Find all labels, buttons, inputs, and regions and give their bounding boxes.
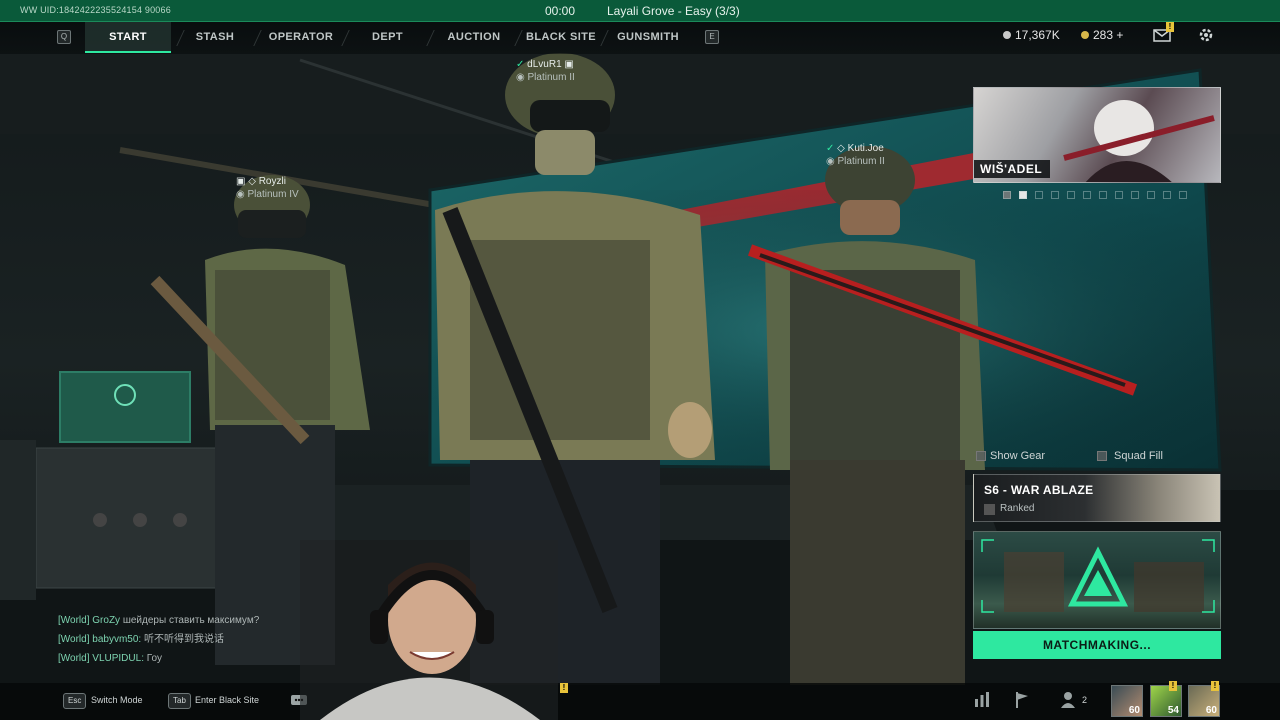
party-icon: ◇ <box>837 143 845 154</box>
rank-icon: ◉ <box>516 72 525 83</box>
chat-message: [World] babyvm50: 听不听得到我说话 <box>58 634 224 645</box>
squad-slot-1[interactable]: 60 <box>1111 685 1143 717</box>
nav-prev-key-hint[interactable]: Q <box>57 30 71 44</box>
player-name: Royzli <box>258 176 286 187</box>
world-chat[interactable]: [World] GroZy шейдеры ставить максимум? … <box>58 611 259 668</box>
settings-gear-icon[interactable] <box>1197 26 1215 44</box>
tab-auction[interactable]: AUCTION <box>434 22 514 53</box>
switch-mode-label[interactable]: Switch Mode <box>91 695 143 705</box>
carousel-dot[interactable] <box>1003 191 1011 199</box>
slot-level: 54 <box>1167 705 1179 716</box>
black-site-key[interactable]: Tab <box>168 693 191 709</box>
player-tag-left[interactable]: ▣ ◇ Royzli ◉ Platinum IV <box>236 175 299 201</box>
ranked-checkbox[interactable] <box>984 504 995 515</box>
carousel-dot[interactable] <box>1115 191 1123 199</box>
rank-icon: ◉ <box>826 156 835 167</box>
chat-message: [World] VLUPIDUL: Гоу <box>58 653 162 664</box>
leader-icon: ▣ <box>564 59 574 70</box>
player-rank: Platinum II <box>837 156 885 167</box>
carousel-dot[interactable] <box>1147 191 1155 199</box>
enter-black-site-label[interactable]: Enter Black Site <box>195 695 259 705</box>
player-tag-right[interactable]: ✓ ◇ Kuti.Joe ◉ Platinum II <box>826 142 885 168</box>
ready-check-icon: ✓ <box>516 59 525 70</box>
squad-fill-checkbox[interactable] <box>1097 451 1107 461</box>
gold-amount: 283 <box>1093 28 1114 42</box>
currency-silver: 17,367K <box>1003 28 1060 42</box>
flag-icon[interactable] <box>1012 690 1032 710</box>
tab-stash[interactable]: STASH <box>180 22 250 53</box>
tab-black-site[interactable]: BLACK SITE <box>522 22 600 53</box>
player-rank: Platinum IV <box>247 189 299 200</box>
carousel-dot[interactable] <box>1083 191 1091 199</box>
carousel-dot[interactable] <box>1099 191 1107 199</box>
carousel-dot[interactable] <box>1051 191 1059 199</box>
silver-amount: 17,367K <box>1015 28 1060 42</box>
uid-label: WW UID:1842422235524154 90066 <box>20 5 171 15</box>
carousel-dot[interactable] <box>1131 191 1139 199</box>
notification-badge: ! <box>560 683 568 693</box>
chat-message: [World] GroZy шейдеры ставить максимум? <box>58 615 260 626</box>
slot-notification-badge: ! <box>1169 681 1177 691</box>
matchmaking-button[interactable]: MATCHMAKING... <box>973 631 1221 659</box>
squad-slot-2[interactable]: 54 <box>1150 685 1182 717</box>
event-banner[interactable]: WIŠ'ADEL <box>973 87 1221 183</box>
carousel-dot-active[interactable] <box>1019 191 1027 199</box>
carousel-dot[interactable] <box>1035 191 1043 199</box>
event-title: WIŠ'ADEL <box>974 160 1051 178</box>
gold-add-button[interactable]: + <box>1116 28 1123 42</box>
silver-coin-icon <box>1003 31 1011 39</box>
slot-notification-badge: ! <box>1211 681 1219 691</box>
season-title: S6 - WAR ABLAZE <box>984 483 1094 497</box>
switch-mode-key[interactable]: Esc <box>63 693 87 709</box>
map-preview-art <box>981 539 1215 613</box>
season-mode-label: Ranked <box>1000 503 1035 514</box>
bottom-bar <box>0 683 1280 720</box>
carousel-dot[interactable] <box>1179 191 1187 199</box>
streamer-webcam <box>300 540 558 720</box>
match-timer: 00:00 <box>545 4 576 18</box>
gold-coin-icon <box>1081 31 1089 39</box>
player-tag-center[interactable]: ✓ dLvuR1 ▣ ◉ Platinum II <box>516 58 575 84</box>
tab-gunsmith[interactable]: GUNSMITH <box>608 22 688 53</box>
mail-notification-badge: ! <box>1166 22 1174 32</box>
carousel-dot[interactable] <box>1067 191 1075 199</box>
party-icon: ▣ ◇ <box>236 176 256 187</box>
carousel-dot[interactable] <box>1163 191 1171 199</box>
player-name: Kuti.Joe <box>847 143 884 154</box>
player-name: dLvuR1 <box>527 59 562 70</box>
stats-icon[interactable] <box>972 690 992 710</box>
top-status-bar: WW UID:1842422235524154 90066 00:00 Laya… <box>0 0 1280 22</box>
season-mode-card[interactable]: S6 - WAR ABLAZE Ranked <box>973 474 1221 522</box>
ready-check-icon: ✓ <box>826 143 835 154</box>
match-info: Layali Grove - Easy (3/3) <box>607 4 740 18</box>
tab-dept[interactable]: DEPT <box>350 22 425 53</box>
show-gear-label: Show Gear <box>990 450 1046 462</box>
squad-fill-label: Squad Fill <box>1114 450 1163 462</box>
squad-icon[interactable] <box>1060 690 1080 710</box>
tab-start[interactable]: START <box>85 22 171 53</box>
currency-gold[interactable]: 283 + <box>1081 28 1123 42</box>
tab-operator[interactable]: OPERATOR <box>257 22 345 53</box>
show-gear-checkbox[interactable] <box>976 451 986 461</box>
nav-next-key-hint[interactable]: E <box>705 30 719 44</box>
slot-level: 60 <box>1128 705 1140 716</box>
squad-count: 2 <box>1082 695 1088 705</box>
map-preview-card[interactable] <box>973 531 1221 629</box>
slot-level: 60 <box>1205 705 1217 716</box>
player-rank: Platinum II <box>527 72 575 83</box>
rank-icon: ◉ <box>236 189 245 200</box>
